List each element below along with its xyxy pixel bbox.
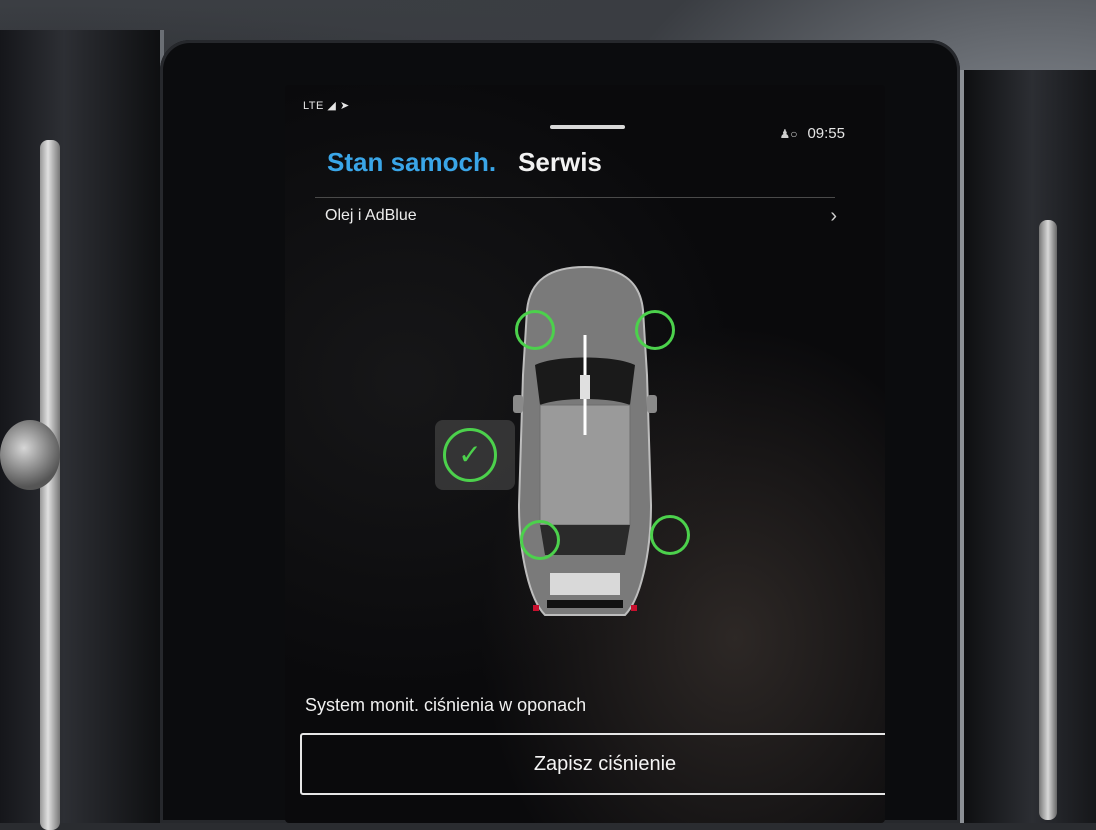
network-label: LTE (303, 100, 324, 112)
tire-rear-left-indicator (520, 520, 560, 560)
right-vent-slat (1039, 220, 1057, 820)
oil-adblue-label: Olej i AdBlue (325, 207, 417, 224)
signal-icon: ◢ (327, 100, 337, 112)
status-right: ♟○ 09:55 (779, 125, 845, 142)
app-tabs: Stan samoch. Serwis (327, 147, 602, 178)
tire-front-right-indicator (635, 310, 675, 350)
divider (315, 197, 835, 198)
check-icon: ✓ (443, 428, 497, 482)
profile-icon: ♟○ (779, 126, 798, 141)
infotainment-screen: LTE ◢ ➤ ♟○ 09:55 Stan samoch. Serwis Ole… (285, 85, 885, 823)
tire-front-left-indicator (515, 310, 555, 350)
tire-rear-right-indicator (650, 515, 690, 555)
left-vent-knob[interactable] (0, 420, 60, 490)
tpms-status-badge: ✓ (435, 420, 515, 490)
save-pressure-button[interactable]: Zapisz ciśnienie (300, 733, 885, 795)
chevron-right-icon: › (830, 204, 837, 227)
clock: 09:55 (807, 125, 845, 142)
tab-service[interactable]: Serwis (518, 147, 602, 178)
oil-adblue-row[interactable]: Olej i AdBlue › (325, 201, 845, 231)
left-air-vent (0, 30, 164, 830)
status-bar: LTE ◢ ➤ ♟○ 09:55 (285, 85, 885, 142)
right-air-vent (960, 70, 1096, 823)
tab-car-status[interactable]: Stan samoch. (327, 147, 496, 178)
drawer-handle[interactable] (550, 125, 625, 129)
location-icon: ➤ (339, 100, 350, 112)
status-left: LTE ◢ ➤ (303, 99, 350, 112)
tpms-label: System monit. ciśnienia w oponach (305, 695, 587, 715)
